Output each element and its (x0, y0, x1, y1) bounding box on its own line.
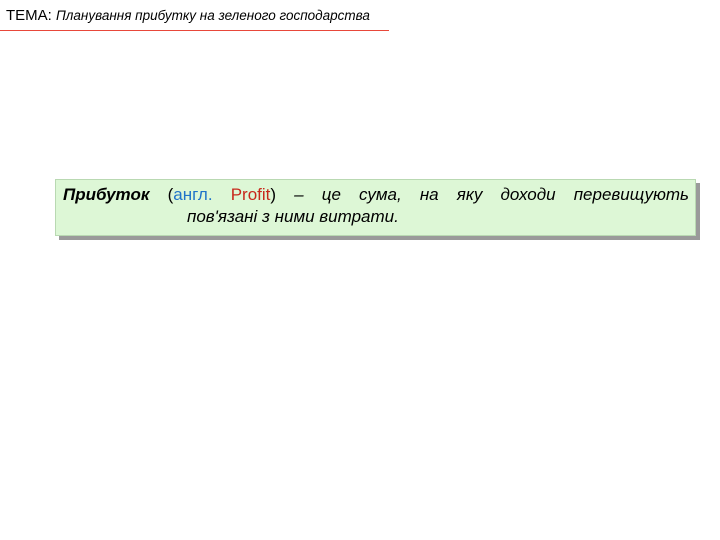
header-topic: Планування прибутку на зеленого господар… (56, 8, 370, 23)
language-label: англ. (173, 185, 213, 204)
header-prefix: ТЕМА: (6, 7, 52, 24)
definition-text-line-1: – це сума, на яку доходи перевищують (276, 185, 689, 204)
definition-line-1: Прибуток (англ. Profit) – це сума, на як… (63, 184, 689, 206)
definition-term: Прибуток (63, 185, 150, 204)
definition-text-line-2: пов'язані з ними витрати. (187, 207, 399, 226)
definition-box: Прибуток (англ. Profit) – це сума, на як… (55, 179, 696, 236)
english-word: Profit (230, 185, 271, 204)
header-divider (0, 30, 389, 31)
slide-header: ТЕМА: Планування прибутку на зеленого го… (6, 6, 370, 26)
